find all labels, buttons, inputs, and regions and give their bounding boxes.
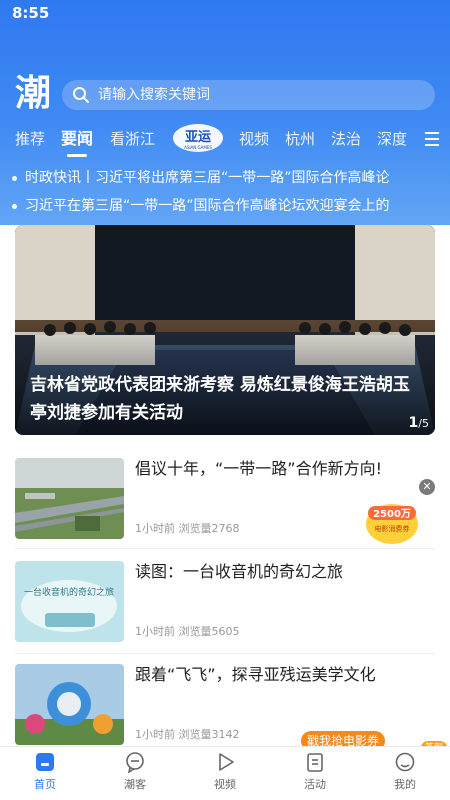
article-thumbnail	[15, 664, 124, 745]
search-icon	[73, 87, 89, 103]
close-ad-icon[interactable]: ✕	[419, 479, 435, 495]
article-meta: 1小时前 浏览量3142	[135, 728, 240, 741]
tab-headlines[interactable]: 要闻	[61, 126, 93, 152]
tab-recommend[interactable]: 推荐	[15, 126, 45, 152]
article-title: 读图：一台收音机的奇幻之旅	[135, 562, 344, 581]
carousel-counter: 1/5	[408, 415, 429, 431]
bottom-navigation: 首页 潮客 视频 活动 我的	[0, 746, 450, 800]
ticker-text: 习近平在第三届“一带一路”国际合作高峰论坛欢迎宴会上的	[25, 198, 390, 214]
divider	[15, 548, 435, 549]
search-placeholder: 请输入搜索关键词	[98, 87, 210, 103]
tab-depth[interactable]: 深度	[377, 126, 407, 152]
hero-caption: 吉林省党政代表团来浙考察 易炼红景俊海王浩胡玉亭刘捷参加有关活动	[30, 375, 410, 423]
bullet-icon	[12, 175, 17, 181]
article-meta: 1小时前 浏览量2768	[135, 522, 240, 535]
channel-tabs: 推荐 要闻 看浙江 亚运 ASIAN GAMES 视频 杭州 法治 深度	[0, 123, 450, 158]
tab-hangzhou[interactable]: 杭州	[285, 126, 315, 152]
article-title: 跟着“飞飞”，探寻亚残运美学文化	[135, 665, 376, 684]
article-thumbnail	[15, 458, 124, 539]
svg-text:电影消费券: 电影消费券	[375, 524, 410, 533]
header: 8:55 潮 请输入搜索关键词 推荐 要闻 看浙江 亚运 ASIAN GAMES…	[0, 0, 450, 225]
svg-text:2500万: 2500万	[373, 508, 411, 520]
divider	[15, 653, 435, 654]
news-ticker-item[interactable]: 时政快讯丨习近平将出席第三届“一带一路”国际合作高峰论	[12, 165, 438, 191]
article-thumbnail: 一台收音机的奇幻之旅	[15, 561, 124, 642]
tab-video[interactable]: 视频	[239, 126, 269, 152]
active-tab-indicator	[67, 154, 87, 157]
play-icon	[219, 753, 234, 771]
tab-law[interactable]: 法治	[331, 126, 361, 152]
app-logo[interactable]: 潮	[14, 72, 52, 114]
svg-text:亚运: 亚运	[185, 130, 211, 145]
nav-home[interactable]: 首页	[15, 751, 75, 797]
chat-icon	[126, 752, 144, 773]
svg-text:ASIAN GAMES: ASIAN GAMES	[184, 145, 212, 150]
nav-activity[interactable]: 活动	[285, 751, 345, 797]
activity-icon	[307, 753, 323, 772]
floating-ad-coupon[interactable]: 2500万 电影消费券	[364, 500, 420, 546]
article-title: 倡议十年，“一带一路”合作新方向!	[135, 459, 382, 478]
search-bar[interactable]: 请输入搜索关键词	[62, 80, 435, 110]
menu-icon[interactable]	[425, 132, 439, 146]
profile-icon	[395, 752, 415, 772]
tab-zhejiang[interactable]: 看浙江	[110, 126, 155, 152]
article-meta: 1小时前 浏览量5605	[135, 625, 240, 638]
home-icon	[36, 753, 54, 771]
nav-profile[interactable]: 我的	[375, 751, 435, 797]
asian-games-badge-icon: 亚运 ASIAN GAMES	[173, 124, 223, 152]
article-item[interactable]: 一台收音机的奇幻之旅 读图：一台收音机的奇幻之旅 1小时前 浏览量5605	[15, 561, 435, 655]
ticker-text: 时政快讯丨习近平将出席第三届“一带一路”国际合作高峰论	[25, 170, 390, 186]
status-time: 8:55	[12, 4, 50, 22]
svg-text:一台收音机的奇幻之旅: 一台收音机的奇幻之旅	[24, 586, 114, 598]
nav-video[interactable]: 视频	[195, 751, 255, 797]
nav-chaoke[interactable]: 潮客	[105, 751, 165, 797]
news-ticker-item[interactable]: 习近平在第三届“一带一路”国际合作高峰论坛欢迎宴会上的	[12, 193, 438, 219]
tab-asian-games[interactable]: 亚运 ASIAN GAMES	[172, 123, 224, 155]
bullet-icon	[12, 203, 17, 209]
hero-carousel[interactable]: 吉林省党政代表团来浙考察 易炼红景俊海王浩胡玉亭刘捷参加有关活动 1/5	[15, 225, 435, 435]
